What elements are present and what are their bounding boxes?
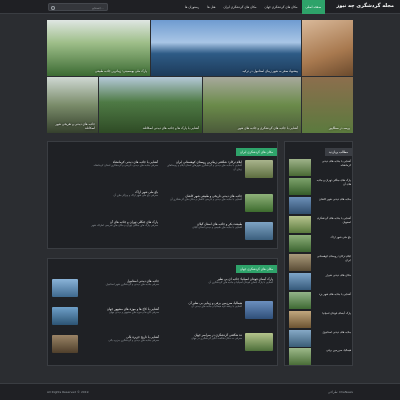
sidebar-item[interactable]: آشنایی با جاذبه های دیدنی کرمانشاه [289,159,351,177]
sidebar-thumbnail[interactable] [289,178,311,195]
post-thumbnail[interactable] [245,222,273,240]
hero-caption: پارک ملی یوسمیتی؛ زیباترین جاذبه طبیعی [94,69,147,73]
hero-tile[interactable]: پارک ملی یوسمیتی؛ زیباترین جاذبه طبیعی [47,20,150,76]
sidebar-item-title[interactable]: هیمالیا، سرزمین برفی [313,348,351,353]
post-item[interactable]: جاذبه های دیدنی تاریخی و طبیعی شهر کاشان… [166,194,242,202]
post-excerpt: آشنایی با جاذبه های دیدنی و گردشگری شهره… [167,164,242,171]
sidebar-item-title[interactable]: پارک آبنمای فونتان اسپانیا [313,311,351,316]
nav-home[interactable]: صفحه اصلی [301,0,325,14]
post-item[interactable]: آشنایی با تاریخ جزیره بالی معرفی جاذبه ه… [81,335,159,343]
hero-tile[interactable]: آشنایی با جاذبه های گردشگری و جاذبه های … [203,77,301,133]
post-thumbnail[interactable] [245,333,273,351]
hero-tile[interactable] [302,20,353,76]
sidebar-item[interactable]: پارک های جنگلی تهران و جاذبه های آن [289,178,351,196]
nav-hotels[interactable]: هتل ها [203,0,219,14]
search-placeholder: جستجو... [92,6,104,10]
post-item[interactable]: هیمالیا، سرزمین برفی و زیبایی بی نظیر آن… [166,301,242,309]
section-iran: مکان های گردشگری ایران ایلام ترکان؛ شگفت… [47,141,278,249]
sidebar-item-title[interactable]: آشنایی با جاذبه های گردشگری اصفهان [313,216,351,224]
sidebar-thumbnail[interactable] [289,348,311,365]
post-item[interactable]: باغ ملی شهر اراک معرفی باغ ملی شهر اراک … [52,190,158,198]
sidebar-thumbnail[interactable] [289,254,311,271]
section-world: مکان های گردشگری جهان پارک آبنمای فونتان… [47,258,278,366]
hero-caption: پرسه در سنگاپور [328,126,350,130]
sidebar-item[interactable]: جاذبه های دیدنی استانبول [289,330,351,348]
sidebar-item-title[interactable]: جاذبه های دیدنی شهر کاشان [313,197,351,202]
hero-caption: آشنایی با پارک ها و جاذبه های دیدنی اسکا… [142,126,199,130]
post-excerpt: معرفی جاذبه های دیدنی و گردشگری جزیره با… [108,339,159,342]
post-excerpt: آشنایی با جاذبه های طبیعی و دیدنی استان … [192,226,242,229]
sidebar-thumbnail[interactable] [289,311,311,328]
post-item[interactable]: ایلام ترکان؛ شگفتی زیباترین روستای کوهست… [166,160,242,171]
search-icon[interactable] [51,5,55,10]
sidebar-item-title[interactable]: آشنایی با جاذبه های دیدنی کرمانشاه [313,159,351,167]
post-excerpt: معرفی پارک های جنگلی تهران و مکان های تف… [91,224,158,227]
post-thumbnail[interactable] [245,194,273,212]
post-item[interactable]: جاذبه های دیدنی استانبول معرفی جاذبه های… [81,279,159,287]
sidebar-item-title[interactable]: آشنایی با جاذبه های شهر یزد [313,292,351,297]
nav-world[interactable]: مکان های گردشگری جهان [261,0,302,14]
main-nav: صفحه اصلی مکان های گردشگری جهان مکان های… [181,0,325,14]
sidebar-thumbnail[interactable] [289,216,311,233]
post-item[interactable]: پارک آبنمای فونتان اسپانیا؛ جاذبه ای بی … [167,277,273,285]
section-tag[interactable]: مکان های گردشگری ایران [235,148,277,156]
sidebar-thumbnail[interactable] [289,197,311,214]
post-excerpt: معرفی کاخ ها و موزه های مشهور و دیدنی جه… [108,311,159,314]
post-thumbnail[interactable] [245,160,273,178]
sidebar-item-title[interactable]: ایلام ترکان؛ روستای کوهستانی ایران [313,254,351,262]
sidebar-item[interactable]: پارک آبنمای فونتان اسپانیا [289,311,351,329]
sidebar-item[interactable]: مکان های دیدنی شیراز [289,273,351,291]
section-tag[interactable]: مکان های گردشگری جهان [235,265,277,273]
hero-caption: جاذبه های دیدنی و تفریحی شهر اسکاتلند [55,122,95,130]
sidebar-thumbnail[interactable] [289,330,311,347]
site-brand[interactable]: مجله گردشگری چه نیوز [336,3,394,9]
sidebar-item[interactable]: باغ ملی شهر اراک [289,235,351,253]
post-excerpt: آشنایی با رشته کوه هیمالیا و جاذبه های د… [191,305,242,308]
hero-caption: پیشنهاد سفر به شهر زیبای استانبول در ترک… [242,69,298,73]
sidebar-item[interactable]: آشنایی با جاذبه های شهر یزد [289,292,351,310]
sidebar-item[interactable]: آشنایی با جاذبه های گردشگری اصفهان [289,216,351,234]
sidebar-item[interactable]: ایلام ترکان؛ روستای کوهستانی ایران [289,254,351,272]
post-excerpt: آشنایی با جاذبه های دیدنی و تاریخی کاشان… [170,198,242,201]
post-excerpt: معرفی باغ ملی شهر اراک و ویژگی های آن [113,194,158,197]
post-item[interactable]: طبیعت بکر و جاذبه های استان گیلان آشنایی… [166,222,242,230]
sidebar-item-title[interactable]: مکان های دیدنی شیراز [313,273,351,278]
nav-iran[interactable]: مکان های گردشگری ایران [219,0,260,14]
post-thumbnail[interactable] [245,301,273,319]
top-bar: مجله گردشگری چه نیوز صفحه اصلی مکان های … [0,0,400,14]
sidebar-tag[interactable]: مطالب پربازدید [324,148,352,156]
sidebar-item-title[interactable]: جاذبه های دیدنی استانبول [313,330,351,335]
post-excerpt: معرفی جاذبه های دیدنی، تاریخی و گردشگری … [93,164,158,167]
sidebar-popular: مطالب پربازدید آشنایی با جاذبه های دیدنی… [284,141,353,366]
hero-tile[interactable]: جاذبه های دیدنی و تفریحی شهر اسکاتلند [47,77,98,133]
post-excerpt: معرفی ده مکان شگفت انگیز گردشگری در جهان [191,337,242,340]
post-thumbnail[interactable] [52,279,78,297]
sidebar-item-title[interactable]: باغ ملی شهر اراک [313,235,351,240]
sidebar-item[interactable]: جاذبه های دیدنی شهر کاشان [289,197,351,215]
post-excerpt: آشنایی با پارک آبنمای فونتان اسپانیا و ج… [208,281,273,284]
hero-grid: پارک ملی یوسمیتی؛ زیباترین جاذبه طبیعی پ… [47,20,353,133]
post-item[interactable]: آشنایی با جاذبه های دیدنی کرمانشاه معرفی… [52,160,158,168]
search-input[interactable]: جستجو... [48,3,108,11]
nav-restaurants[interactable]: رستوران ها [181,0,203,14]
post-excerpt: معرفی جاذبه های دیدنی و گردشگری شهر استا… [105,283,159,286]
sidebar-thumbnail[interactable] [289,273,311,290]
hero-tile[interactable]: پرسه در سنگاپور [302,77,353,133]
designer-credit[interactable]: طراحی: CheNews [328,390,353,394]
post-item[interactable]: ده شگفتی گردشگری در سراسر جهان معرفی ده … [166,333,242,341]
copyright-text: All Rights Reserved © 2019 [47,390,89,394]
post-item[interactable]: پارک های جنگلی تهران و جاذبه های آن معرف… [52,220,158,228]
sidebar-thumbnail[interactable] [289,235,311,252]
post-item[interactable]: آشنایی با کاخ ها و موزه های مشهور جهان م… [81,307,159,315]
site-footer: All Rights Reserved © 2019 طراحی: CheNew… [0,383,400,400]
sidebar-item-title[interactable]: پارک های جنگلی تهران و جاذبه های آن [313,178,351,186]
post-thumbnail[interactable] [52,307,78,325]
hero-tile[interactable]: پیشنهاد سفر به شهر زیبای استانبول در ترک… [151,20,301,76]
sidebar-item[interactable]: هیمالیا، سرزمین برفی [289,348,351,366]
hero-tile[interactable]: آشنایی با پارک ها و جاذبه های دیدنی اسکا… [99,77,202,133]
hero-caption: آشنایی با جاذبه های گردشگری و جاذبه های … [237,126,298,130]
sidebar-thumbnail[interactable] [289,159,311,176]
sidebar-thumbnail[interactable] [289,292,311,309]
post-thumbnail[interactable] [52,335,78,353]
